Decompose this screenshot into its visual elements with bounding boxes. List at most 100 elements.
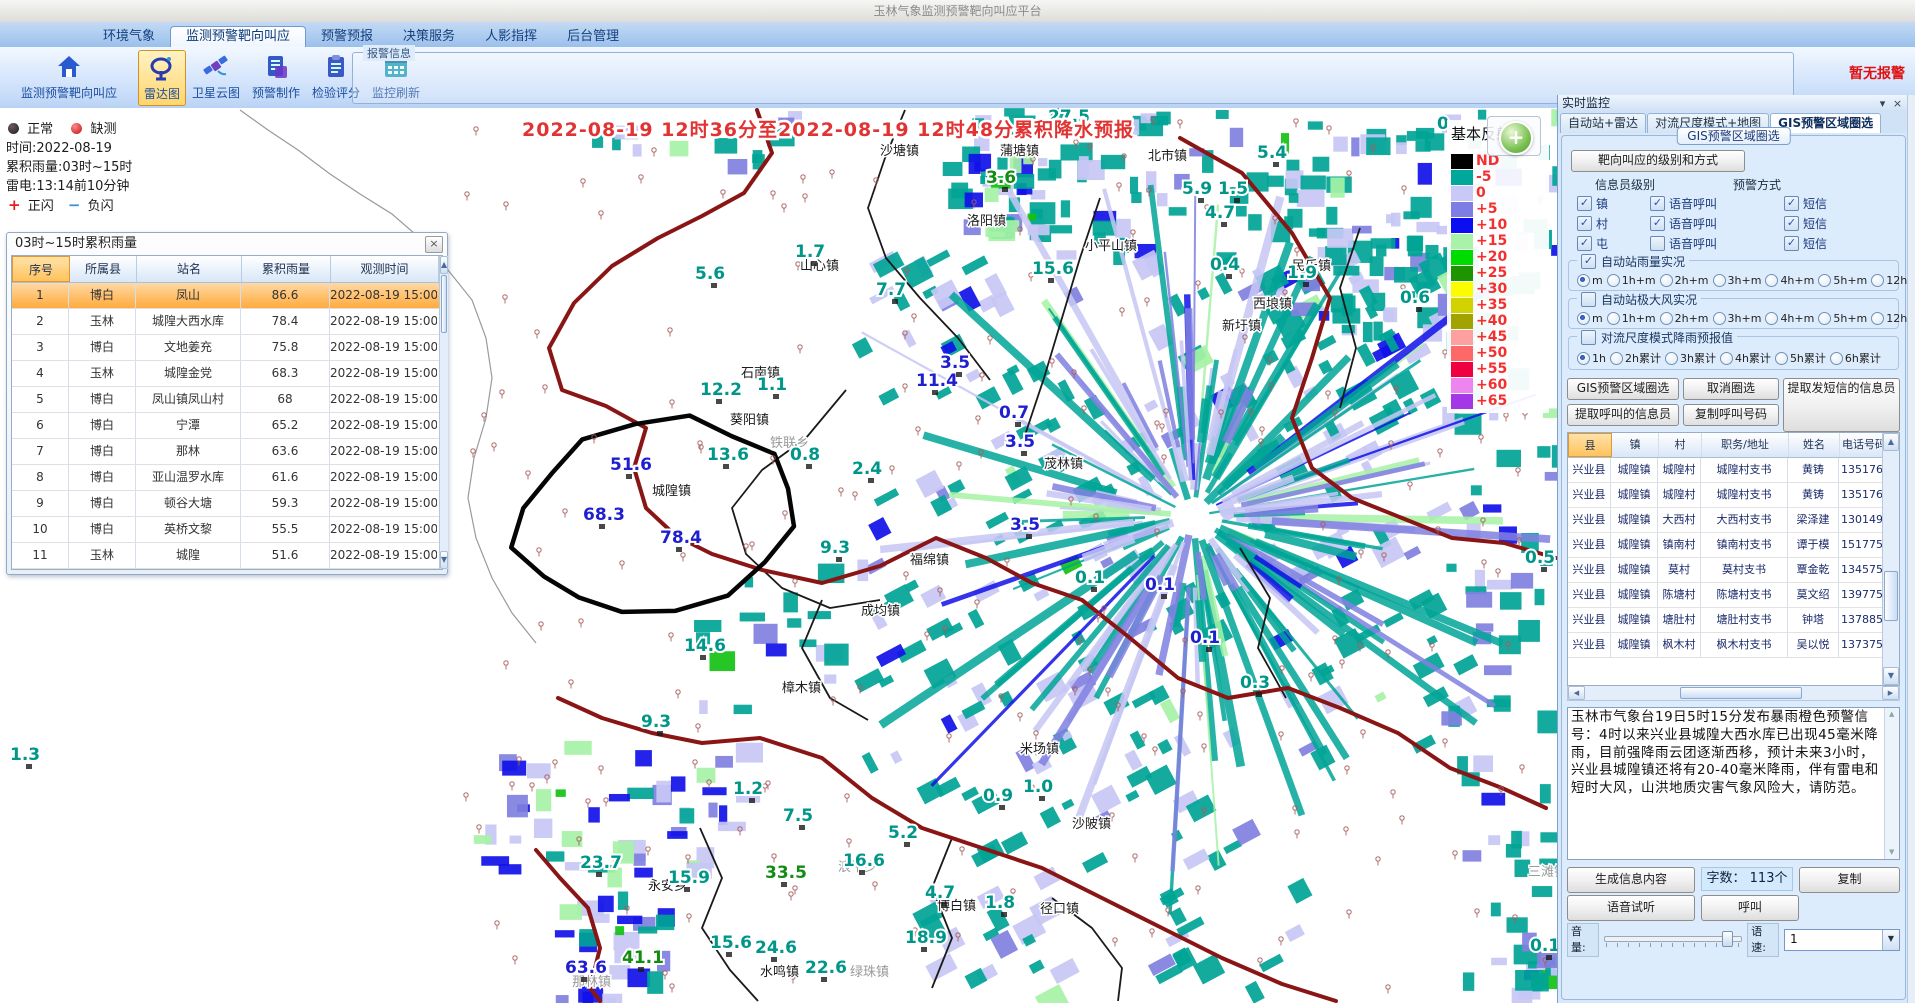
radio-4h累计[interactable]: [1720, 352, 1733, 365]
table-row[interactable]: 9博白顿谷大塘59.32022-08-19 15:00: [12, 491, 439, 517]
copy-numbers-button[interactable]: 复制呼叫号码: [1683, 404, 1779, 426]
close-icon[interactable]: ×: [1890, 95, 1905, 112]
radio-4h+m[interactable]: [1765, 312, 1778, 325]
menu-tab-决策服务[interactable]: 决策服务: [388, 27, 470, 47]
scroll-thumb[interactable]: [441, 275, 447, 333]
toolbar-item-监测预警靶向叫应[interactable]: 监测预警靶向叫应: [4, 50, 134, 104]
speed-select[interactable]: 1 ▼: [1784, 929, 1900, 951]
table-row[interactable]: 兴业县城隍镇枫木村枫木村支书吴以悦137375511: [1568, 633, 1882, 658]
checkbox-自动站极大风实况[interactable]: [1581, 292, 1596, 307]
menu-tab-后台管理[interactable]: 后台管理: [552, 27, 634, 47]
chevron-down-icon[interactable]: ▼: [1882, 930, 1899, 950]
radio-4h+m[interactable]: [1765, 274, 1778, 287]
tab-自动站+雷达[interactable]: 自动站+雷达: [1560, 113, 1646, 133]
checkbox-level-村[interactable]: ✓: [1577, 216, 1592, 231]
contacts-header[interactable]: 电话号码: [1840, 433, 1882, 457]
zoom-in-icon[interactable]: +: [1499, 121, 1533, 155]
radio-m[interactable]: [1577, 312, 1590, 325]
contacts-header[interactable]: 村: [1659, 433, 1702, 457]
window-scrollbar[interactable]: [1907, 95, 1915, 1003]
voice-preview-button[interactable]: 语音试听: [1567, 895, 1695, 921]
scroll-right-icon[interactable]: ▶: [1882, 686, 1899, 700]
scroll-thumb[interactable]: [1680, 687, 1802, 699]
rain-table-titlebar[interactable]: 03时~15时累积雨量 ×: [7, 233, 447, 255]
checkbox-对流尺度模式降雨预报值[interactable]: [1581, 330, 1596, 345]
checkbox-level-屯[interactable]: ✓: [1577, 236, 1592, 251]
message-scrollbar[interactable]: ▲ ▼: [1884, 708, 1899, 859]
table-row[interactable]: 兴业县城隍镇镇南村镇南村支书谭于模151775946: [1568, 533, 1882, 558]
menu-tab-监测预警靶向叫应[interactable]: 监测预警靶向叫应: [170, 26, 306, 48]
table-row[interactable]: 3博白文地姜充75.82022-08-19 15:00: [12, 335, 439, 361]
close-icon[interactable]: ×: [425, 236, 443, 253]
generate-message-button[interactable]: 生成信息内容: [1567, 867, 1695, 893]
radio-1h+m[interactable]: [1607, 274, 1620, 287]
radio-2h+m[interactable]: [1660, 274, 1673, 287]
scroll-up-icon[interactable]: ▲: [1885, 708, 1899, 721]
radio-6h累计[interactable]: [1830, 352, 1843, 365]
cancel-select-button[interactable]: 取消圈选: [1683, 378, 1779, 400]
contacts-header[interactable]: 姓名: [1789, 433, 1840, 457]
checkbox-voice-村[interactable]: ✓: [1650, 216, 1665, 231]
scroll-left-icon[interactable]: ◀: [1568, 686, 1585, 700]
scroll-thumb[interactable]: [1884, 571, 1898, 621]
checkbox-voice-屯[interactable]: [1650, 236, 1665, 251]
menu-tab-预警预报[interactable]: 预警预报: [306, 27, 388, 47]
checkbox-level-镇[interactable]: ✓: [1577, 196, 1592, 211]
table-row[interactable]: 11玉林城隍51.62022-08-19 15:00: [12, 543, 439, 569]
radio-3h+m[interactable]: [1713, 312, 1726, 325]
table-row[interactable]: 10博白英桥文黎55.52022-08-19 15:00: [12, 517, 439, 543]
radio-5h+m[interactable]: [1818, 312, 1831, 325]
checkbox-sms-屯[interactable]: ✓: [1784, 236, 1799, 251]
warning-message-textarea[interactable]: 玉林市气象台19日5时15分发布暴雨橙色预警信号：4时以来兴业县城隍大西水库已出…: [1567, 707, 1900, 860]
menu-tab-人影指挥[interactable]: 人影指挥: [470, 27, 552, 47]
rain-table-header[interactable]: 累积雨量: [242, 256, 331, 282]
rain-table-header[interactable]: 站名: [137, 256, 242, 282]
scroll-down-icon[interactable]: ▼: [1883, 667, 1899, 685]
radio-5h累计[interactable]: [1775, 352, 1788, 365]
pin-icon[interactable]: ▾: [1875, 95, 1890, 112]
rain-table-window[interactable]: 03时~15时累积雨量 × 序号所属县站名累积雨量观测时间1博白凤山86.620…: [6, 232, 448, 575]
table-row[interactable]: 兴业县城隍镇塘肚村塘肚村支书钟塔137885534: [1568, 608, 1882, 633]
menu-tab-环境气象[interactable]: 环境气象: [88, 27, 170, 47]
rain-table-header[interactable]: 所属县: [70, 256, 137, 282]
contacts-header[interactable]: 镇: [1612, 433, 1659, 457]
radio-2h累计[interactable]: [1610, 352, 1623, 365]
extract-sms-button[interactable]: 提取发短信的信息员: [1783, 378, 1900, 432]
radio-1h[interactable]: [1577, 352, 1590, 365]
toolbar-item-预警制作[interactable]: 预警制作: [248, 50, 304, 104]
contacts-hscrollbar[interactable]: ◀ ▶: [1567, 686, 1900, 701]
checkbox-sms-村[interactable]: ✓: [1784, 216, 1799, 231]
checkbox-自动站雨量实况[interactable]: ✓: [1581, 254, 1596, 269]
rain-table-header[interactable]: 观测时间: [331, 256, 439, 282]
contacts-header[interactable]: 县: [1568, 433, 1612, 457]
table-row[interactable]: 6博白宁潭65.22022-08-19 15:00: [12, 413, 439, 439]
checkbox-sms-镇[interactable]: ✓: [1784, 196, 1799, 211]
contacts-scrollbar[interactable]: ▲ ▼: [1882, 433, 1899, 685]
table-row[interactable]: 兴业县城隍镇陈塘村陈塘村支书莫文绍139775796: [1568, 583, 1882, 608]
scroll-up-icon[interactable]: ▲: [1883, 433, 1899, 451]
radio-2h+m[interactable]: [1660, 312, 1673, 325]
toolbar-item-雷达图[interactable]: 雷达图: [138, 50, 186, 106]
table-row[interactable]: 兴业县城隍镇城隍村城隍村支书黄铸135176975: [1568, 458, 1882, 483]
radio-12h+m[interactable]: [1871, 274, 1884, 287]
table-row[interactable]: 8博白亚山温罗水库61.62022-08-19 15:00: [12, 465, 439, 491]
call-button[interactable]: 呼叫: [1701, 895, 1799, 921]
radio-5h+m[interactable]: [1818, 274, 1831, 287]
rain-table-header[interactable]: 序号: [12, 256, 70, 282]
table-row[interactable]: 5博白凤山镇凤山村682022-08-19 15:00: [12, 387, 439, 413]
gis-select-button[interactable]: GIS预警区域圈选: [1567, 378, 1679, 400]
radio-1h+m[interactable]: [1607, 312, 1620, 325]
copy-button[interactable]: 复制: [1799, 867, 1900, 893]
table-row[interactable]: 1博白凤山86.62022-08-19 15:00: [12, 283, 439, 309]
toolbar-item-卫星云图[interactable]: 卫星云图: [188, 50, 244, 104]
volume-slider[interactable]: [1604, 931, 1743, 949]
rain-table-scrollbar[interactable]: ▲ ▼: [439, 256, 448, 569]
gis-selection-circle[interactable]: [491, 396, 808, 642]
extract-call-button[interactable]: 提取呼叫的信息员: [1567, 404, 1679, 426]
scroll-up-icon[interactable]: ▲: [440, 256, 448, 274]
radio-3h+m[interactable]: [1713, 274, 1726, 287]
table-row[interactable]: 2玉林城隍大西水库78.42022-08-19 15:00: [12, 309, 439, 335]
radar-map[interactable]: 沙塘镇蒲塘镇北市镇洛阳镇小平山镇民乐镇山心镇石南镇葵阳镇铁联乡城隍镇茂林镇西埌镇…: [0, 108, 1557, 1003]
radio-m[interactable]: [1577, 274, 1590, 287]
table-row[interactable]: 兴业县城隍镇莫村莫村支书覃金乾134575405: [1568, 558, 1882, 583]
